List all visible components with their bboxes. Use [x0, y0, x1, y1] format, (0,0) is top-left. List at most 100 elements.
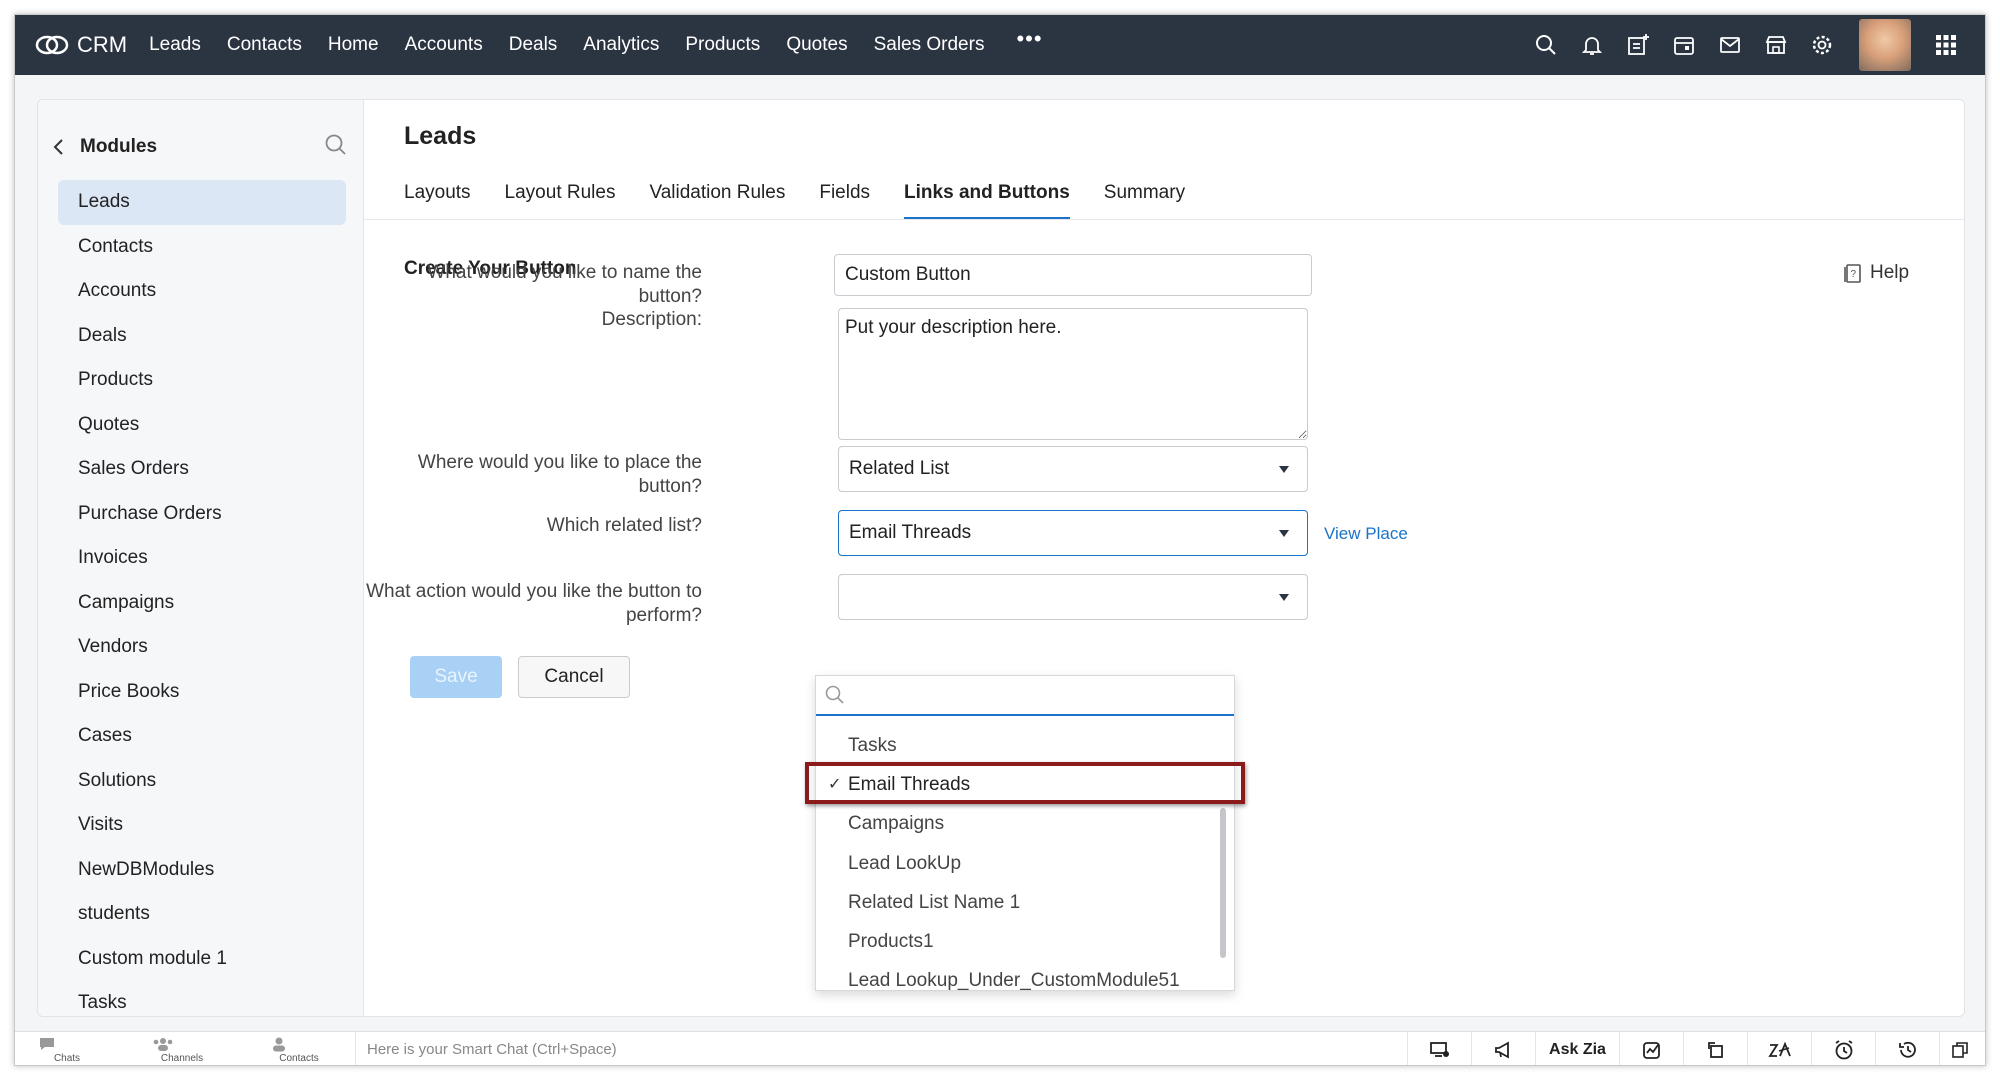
nav-products[interactable]: Products — [685, 34, 760, 56]
tab-fields[interactable]: Fields — [819, 172, 870, 220]
view-place-link[interactable]: View Place — [1324, 524, 1408, 544]
mail-icon[interactable] — [1707, 15, 1753, 75]
crm-logo-icon — [35, 35, 69, 55]
announcement-icon[interactable] — [1471, 1032, 1535, 1065]
nav-analytics[interactable]: Analytics — [583, 34, 659, 56]
search-icon — [825, 685, 844, 704]
channels-button[interactable]: Channels — [152, 1035, 212, 1064]
back-chevron-icon[interactable] — [52, 138, 80, 156]
tab-layouts[interactable]: Layouts — [404, 172, 471, 220]
option-lead-lookup-under-custommodule51[interactable]: Lead Lookup_Under_CustomModule51 — [816, 961, 1234, 990]
option-lead-lookup[interactable]: Lead LookUp — [816, 844, 1234, 883]
sidebar-title: Modules — [80, 136, 158, 157]
option-label: Email Threads — [848, 774, 971, 796]
gear-icon[interactable] — [1799, 15, 1845, 75]
apps-grid-icon[interactable] — [1923, 15, 1969, 75]
page-title: Leads — [404, 122, 477, 150]
button-name-label: What would you like to name the button? — [427, 262, 702, 307]
nav-accounts[interactable]: Accounts — [405, 34, 483, 56]
chevron-down-icon — [1279, 466, 1289, 473]
search-icon[interactable] — [1523, 15, 1569, 75]
nav-deals[interactable]: Deals — [509, 34, 558, 56]
sidebar-item-cases[interactable]: Cases — [58, 714, 346, 759]
avatar[interactable] — [1859, 19, 1911, 71]
tab-layout-rules[interactable]: Layout Rules — [505, 172, 616, 220]
description-textarea[interactable]: Put your description here. — [838, 308, 1308, 440]
app-window: CRM Leads Contacts Home Accounts Deals A… — [14, 14, 1986, 1066]
bottom-right-tools: Ask Zia — [1407, 1032, 1979, 1065]
button-place-select[interactable]: Related List — [838, 446, 1308, 492]
sidebar-item-sales-orders[interactable]: Sales Orders — [58, 447, 346, 492]
bell-icon[interactable] — [1569, 15, 1615, 75]
contacts-label: Contacts — [279, 1053, 319, 1064]
nav-sales-orders[interactable]: Sales Orders — [874, 34, 985, 56]
sidebar-item-visits[interactable]: Visits — [58, 803, 346, 848]
sidebar-item-accounts[interactable]: Accounts — [58, 269, 346, 314]
tab-summary[interactable]: Summary — [1104, 172, 1185, 220]
option-related-list-name-1[interactable]: Related List Name 1 — [816, 883, 1234, 922]
bottom-divider — [355, 1032, 356, 1065]
button-place-value: Related List — [849, 458, 950, 479]
sidebar-item-deals[interactable]: Deals — [58, 314, 346, 359]
sidebar-item-campaigns[interactable]: Campaigns — [58, 581, 346, 626]
rotate-icon[interactable] — [1683, 1032, 1747, 1065]
tab-divider — [364, 219, 1964, 220]
button-action-label: What action would you like the button to… — [366, 581, 702, 626]
sidebar-item-newdbmodules[interactable]: NewDBModules — [58, 848, 346, 893]
related-list-select[interactable]: Email Threads — [838, 510, 1308, 556]
dropdown-search-input[interactable] — [854, 684, 1214, 706]
svg-text:?: ? — [1851, 269, 1857, 280]
marketplace-icon[interactable] — [1753, 15, 1799, 75]
sidebar-item-leads[interactable]: Leads — [58, 180, 346, 225]
add-note-icon[interactable] — [1615, 15, 1661, 75]
contact-icon — [273, 1037, 285, 1052]
bottom-bar: Chats Channels Contacts Here is your Sma… — [15, 1031, 1985, 1065]
button-action-select[interactable] — [838, 574, 1308, 620]
chevron-down-icon — [1279, 530, 1289, 537]
alarm-icon[interactable] — [1811, 1032, 1875, 1065]
chats-button[interactable]: Chats — [37, 1035, 97, 1064]
calendar-icon[interactable] — [1661, 15, 1707, 75]
option-products1[interactable]: Products1 — [816, 922, 1234, 961]
smart-chat-input[interactable]: Here is your Smart Chat (Ctrl+Space) — [367, 1041, 617, 1058]
option-tasks[interactable]: Tasks — [816, 726, 1234, 765]
ask-zia-button[interactable]: Ask Zia — [1535, 1032, 1619, 1065]
sidebar-item-tasks[interactable]: Tasks — [58, 981, 346, 1016]
related-list-label: Which related list? — [546, 515, 702, 536]
dropdown-scrollbar[interactable] — [1220, 808, 1226, 958]
contacts-button[interactable]: Contacts — [269, 1035, 329, 1064]
sidebar-item-products[interactable]: Products — [58, 358, 346, 403]
nav-contacts[interactable]: Contacts — [227, 34, 302, 56]
sidebar-item-quotes[interactable]: Quotes — [58, 403, 346, 448]
sidebar-item-solutions[interactable]: Solutions — [58, 759, 346, 804]
sidebar-item-vendors[interactable]: Vendors — [58, 625, 346, 670]
sidebar-search-icon[interactable] — [324, 133, 348, 162]
sidebar-item-students[interactable]: students — [58, 892, 346, 937]
zia-icon[interactable] — [1747, 1032, 1811, 1065]
screen-share-icon[interactable] — [1407, 1032, 1471, 1065]
sidebar-item-custom-module-1[interactable]: Custom module 1 — [58, 937, 346, 982]
sidebar-module-list: Leads Contacts Accounts Deals Products Q… — [58, 180, 346, 1016]
brand[interactable]: CRM — [35, 32, 127, 58]
sidebar-header: Modules — [52, 130, 352, 164]
more-menu-icon[interactable]: ••• — [1016, 28, 1042, 56]
sidebar-item-purchase-orders[interactable]: Purchase Orders — [58, 492, 346, 537]
signals-icon[interactable] — [1619, 1032, 1683, 1065]
nav-home[interactable]: Home — [328, 34, 379, 56]
cancel-button[interactable]: Cancel — [518, 656, 630, 698]
channels-label: Channels — [160, 1053, 204, 1064]
sidebar-item-price-books[interactable]: Price Books — [58, 670, 346, 715]
sidebar-item-contacts[interactable]: Contacts — [58, 225, 346, 270]
tab-links-and-buttons[interactable]: Links and Buttons — [904, 172, 1070, 220]
option-campaigns[interactable]: Campaigns — [816, 804, 1234, 843]
save-button[interactable]: Save — [410, 656, 502, 698]
copy-icon[interactable] — [1939, 1032, 1979, 1065]
tab-validation-rules[interactable]: Validation Rules — [649, 172, 785, 220]
nav-quotes[interactable]: Quotes — [786, 34, 847, 56]
button-name-input[interactable]: Custom Button — [834, 254, 1312, 296]
history-icon[interactable] — [1875, 1032, 1939, 1065]
option-email-threads[interactable]: ✓ Email Threads — [816, 765, 1234, 804]
sidebar-item-invoices[interactable]: Invoices — [58, 536, 346, 581]
nav-leads[interactable]: Leads — [149, 34, 201, 56]
help-link[interactable]: ? Help — [1844, 262, 1909, 284]
